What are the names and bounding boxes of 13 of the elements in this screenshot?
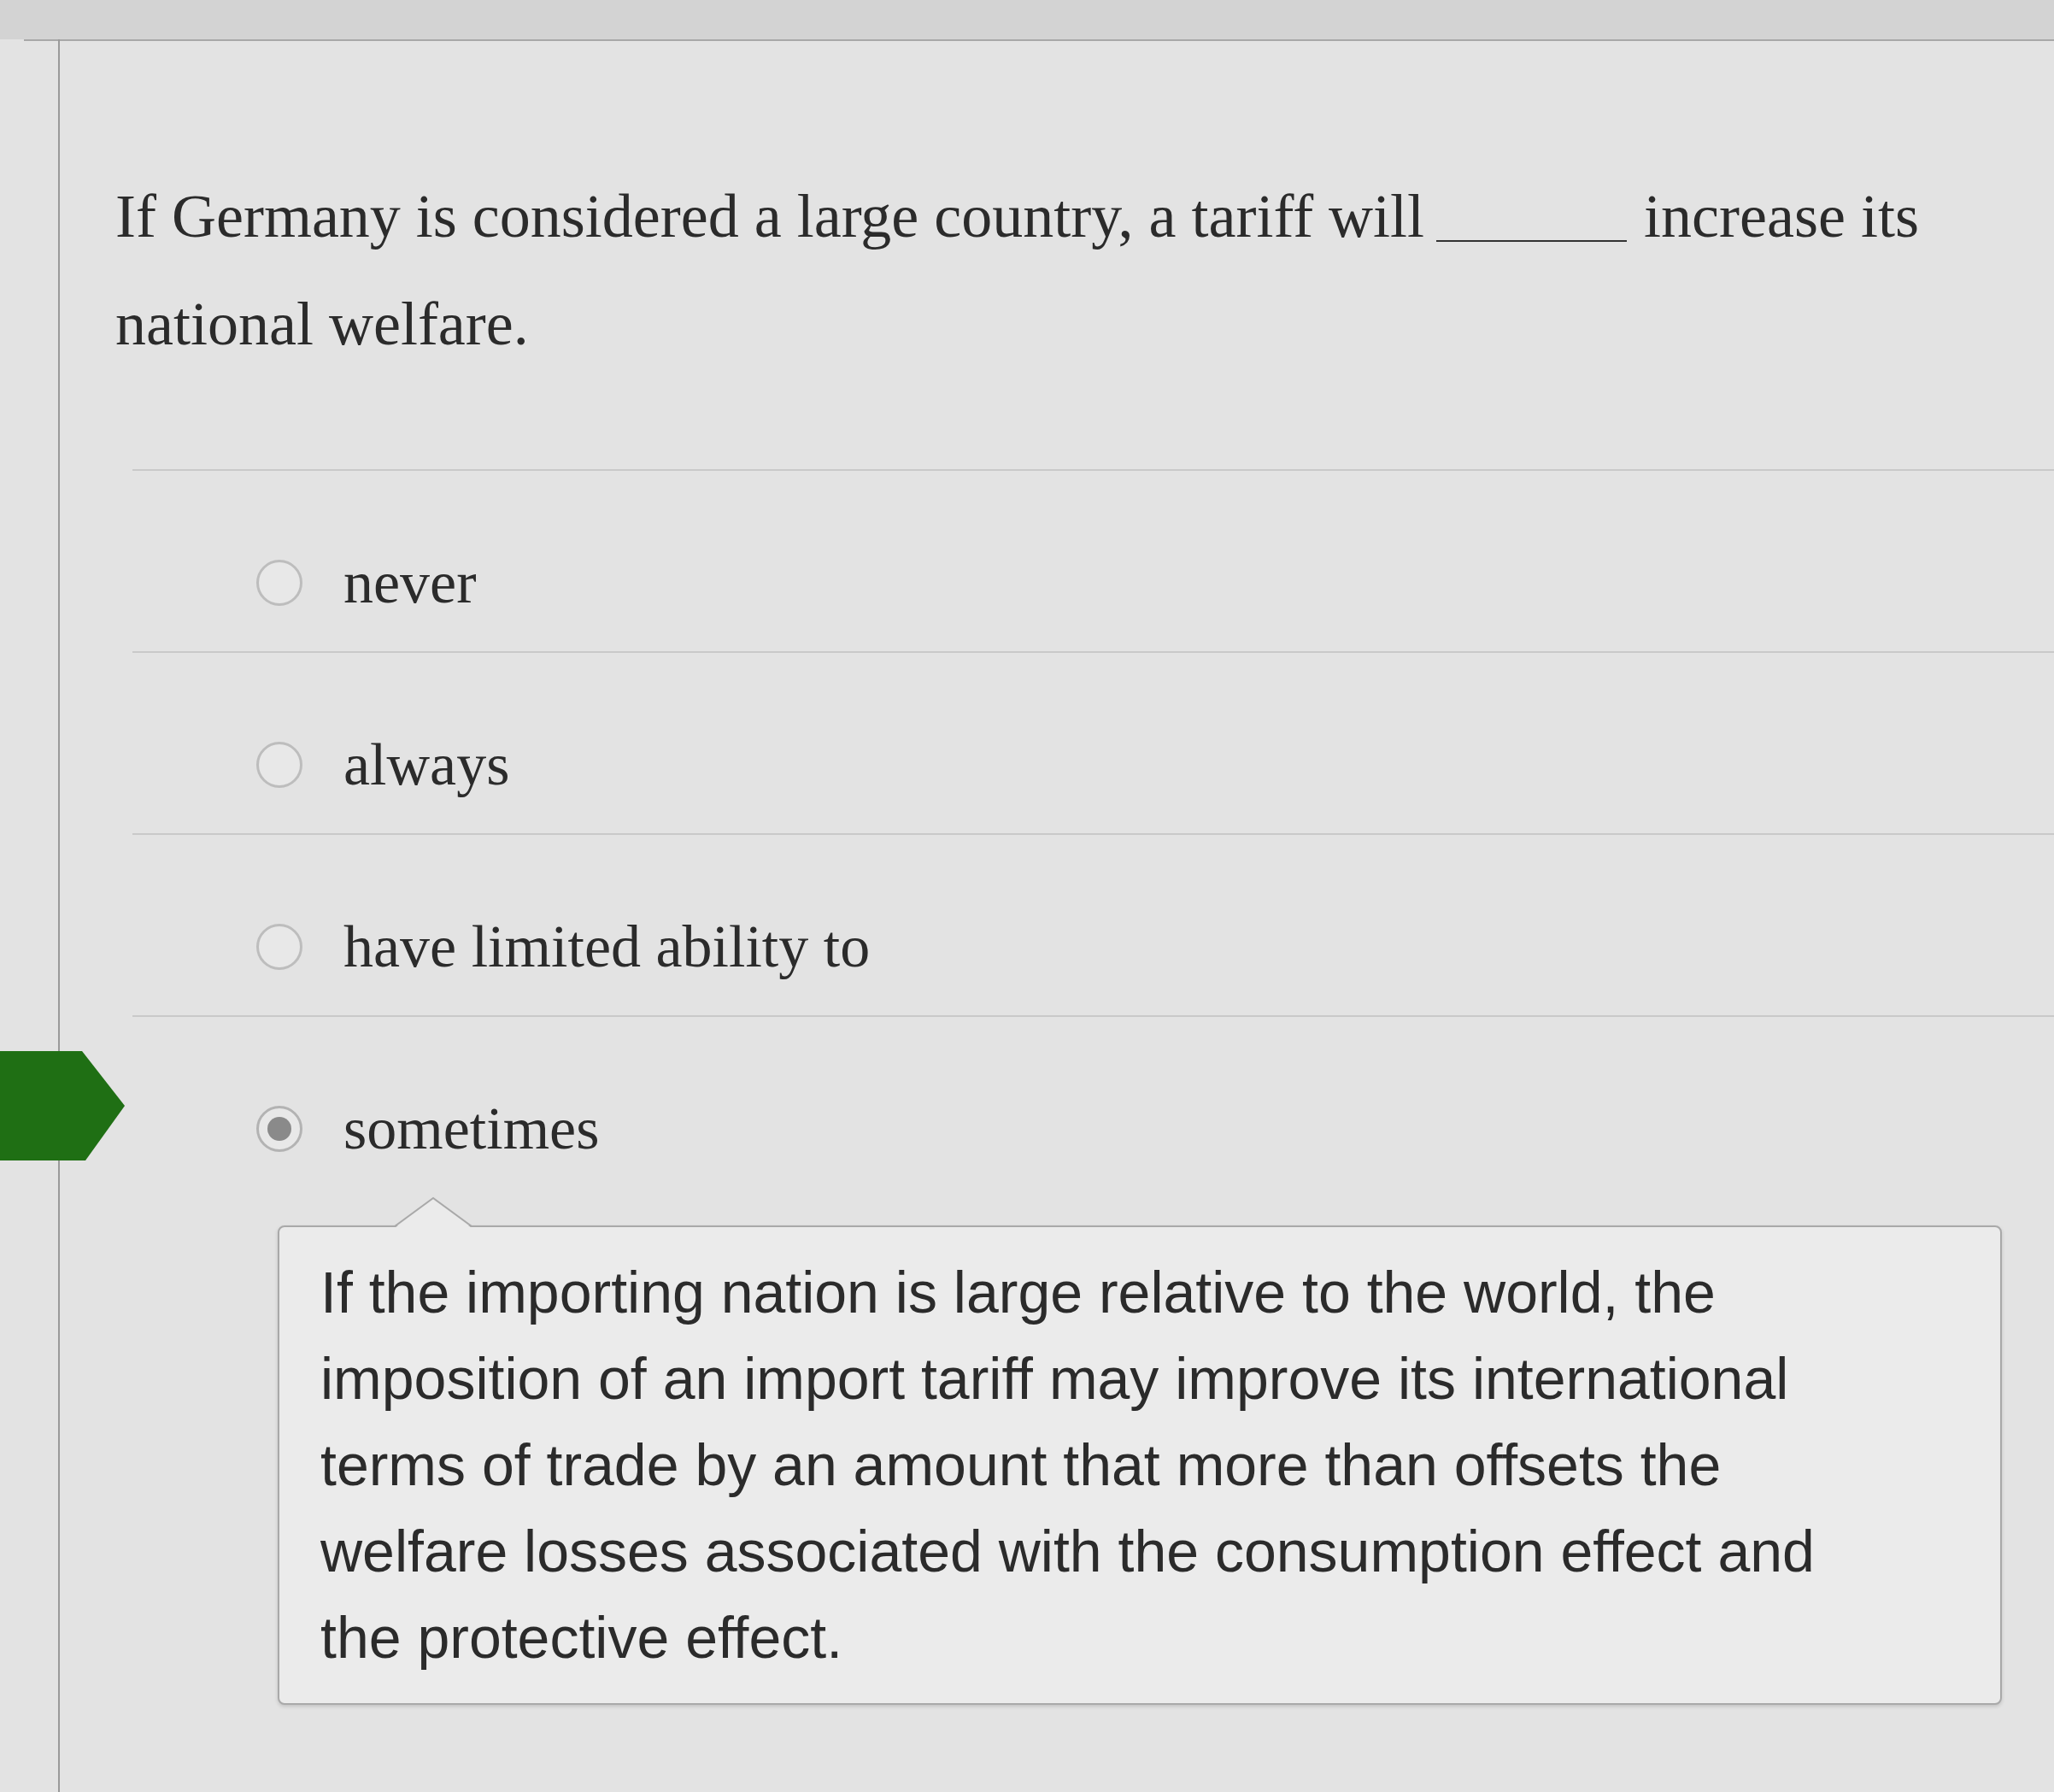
option-label[interactable]: always (343, 728, 510, 801)
radio-button[interactable] (256, 559, 302, 606)
answer-arrow-icon (0, 1051, 125, 1160)
radio-button[interactable] (256, 923, 302, 970)
option-label[interactable]: have limited ability to (343, 910, 871, 983)
question-text: increase its (1644, 181, 1919, 252)
radio-button[interactable] (256, 741, 302, 788)
question-text: If Germany is considered a large country, a tariff will (115, 181, 1425, 252)
feedback-text: If the importing nation is large relative to the world, the imposition of an import tariff may improve its international terms of trade by an amount that more than offsets the welfare losses associated with the consumption effect and the protective effect. (320, 1259, 1816, 1672)
option-label[interactable]: sometimes (343, 1092, 600, 1165)
radio-button[interactable] (256, 1105, 302, 1152)
question-text: national welfare. (115, 289, 529, 360)
option-label[interactable]: never (343, 546, 477, 619)
